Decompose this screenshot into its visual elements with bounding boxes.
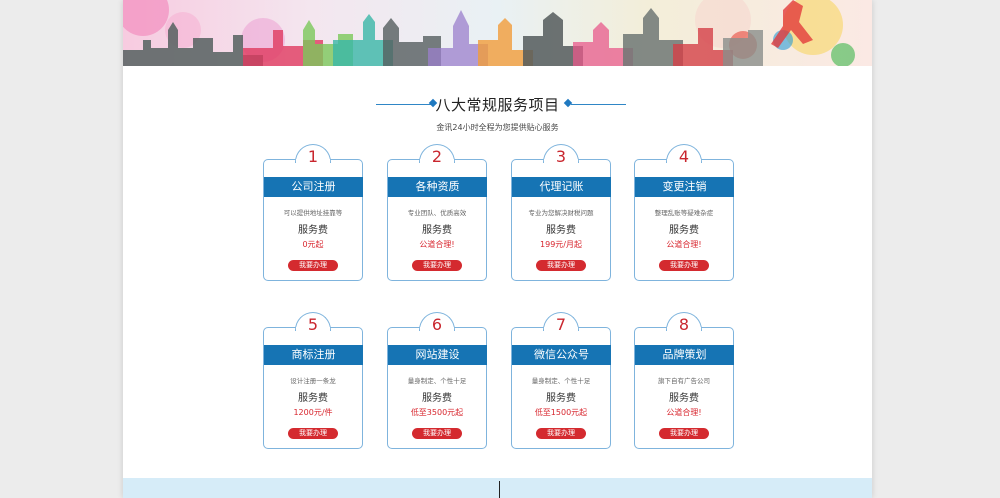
apply-button[interactable]: 我要办理 xyxy=(536,428,586,439)
section-title: 八大常规服务项目 xyxy=(435,96,560,114)
card-number: 2 xyxy=(431,147,443,166)
apply-button[interactable]: 我要办理 xyxy=(288,428,338,439)
card-fee-label: 服务费 xyxy=(298,393,328,404)
card-title: 公司注册 xyxy=(264,177,363,197)
card-description: 可以提供地址挂靠等 xyxy=(283,209,343,217)
band-divider xyxy=(499,481,500,498)
card-fee-label: 服务费 xyxy=(546,225,576,236)
card-title: 商标注册 xyxy=(264,345,363,365)
apply-button[interactable]: 我要办理 xyxy=(412,260,462,271)
card-description: 旗下自有广告公司 xyxy=(658,377,710,385)
card-title: 品牌策划 xyxy=(635,345,734,365)
service-card: 1 公司注册 可以提供地址挂靠等 服务费 0元起 我要办理 xyxy=(263,144,363,281)
service-card: 6 网站建设 量身制定、个性十足 服务费 低至3500元起 我要办理 xyxy=(387,312,487,449)
service-card: 2 各种资质 专业团队、优质高效 服务费 公道合理! 我要办理 xyxy=(387,144,487,281)
apply-button[interactable]: 我要办理 xyxy=(412,428,462,439)
card-price: 0元起 xyxy=(302,240,324,249)
card-price: 199元/月起 xyxy=(540,240,582,249)
page-container: 八大常规服务项目 金讯24小时全程为您提供贴心服务 1 公司注册 可以提供地址挂… xyxy=(123,0,872,498)
card-title: 代理记账 xyxy=(512,177,611,197)
city-skyline-banner xyxy=(123,0,872,66)
card-fee-label: 服务费 xyxy=(669,393,699,404)
card-fee-label: 服务费 xyxy=(298,225,328,236)
apply-button[interactable]: 我要办理 xyxy=(536,260,586,271)
card-fee-label: 服务费 xyxy=(546,393,576,404)
card-title: 微信公众号 xyxy=(512,345,611,365)
next-section-band xyxy=(123,478,872,498)
heading-right-line xyxy=(571,104,626,105)
card-title: 网站建设 xyxy=(388,345,487,365)
card-description: 整理乱账等疑难杂症 xyxy=(654,209,714,217)
card-number: 8 xyxy=(678,315,690,334)
card-description: 专业团队、优质高效 xyxy=(407,209,467,217)
card-description: 专业为您解决财税问题 xyxy=(528,209,594,217)
service-card: 5 商标注册 设计注册一条龙 服务费 1200元/件 我要办理 xyxy=(263,312,363,449)
card-price: 公道合理! xyxy=(666,240,702,249)
card-description: 量身制定、个性十足 xyxy=(531,377,591,385)
card-fee-label: 服务费 xyxy=(422,393,452,404)
card-fee-label: 服务费 xyxy=(422,225,452,236)
card-number: 4 xyxy=(678,147,690,166)
service-card: 3 代理记账 专业为您解决财税问题 服务费 199元/月起 我要办理 xyxy=(511,144,611,281)
service-card: 7 微信公众号 量身制定、个性十足 服务费 低至1500元起 我要办理 xyxy=(511,312,611,449)
apply-button[interactable]: 我要办理 xyxy=(659,428,709,439)
card-price: 低至3500元起 xyxy=(410,408,464,417)
card-title: 变更注销 xyxy=(635,177,734,197)
card-number: 3 xyxy=(555,147,567,166)
card-number: 6 xyxy=(431,315,443,334)
card-number: 1 xyxy=(307,147,319,166)
card-description: 设计注册一条龙 xyxy=(290,377,336,385)
section-heading: 八大常规服务项目 xyxy=(123,94,872,116)
card-price: 1200元/件 xyxy=(293,408,333,417)
card-fee-label: 服务费 xyxy=(669,225,699,236)
service-card: 4 变更注销 整理乱账等疑难杂症 服务费 公道合理! 我要办理 xyxy=(634,144,734,281)
service-card: 8 品牌策划 旗下自有广告公司 服务费 公道合理! 我要办理 xyxy=(634,312,734,449)
card-description: 量身制定、个性十足 xyxy=(407,377,467,385)
section-subtitle: 金讯24小时全程为您提供贴心服务 xyxy=(436,123,559,132)
card-price: 公道合理! xyxy=(666,408,702,417)
card-price: 公道合理! xyxy=(419,240,455,249)
apply-button[interactable]: 我要办理 xyxy=(288,260,338,271)
card-number: 7 xyxy=(555,315,567,334)
card-title: 各种资质 xyxy=(388,177,487,197)
apply-button[interactable]: 我要办理 xyxy=(659,260,709,271)
card-price: 低至1500元起 xyxy=(534,408,588,417)
card-number: 5 xyxy=(307,315,319,334)
